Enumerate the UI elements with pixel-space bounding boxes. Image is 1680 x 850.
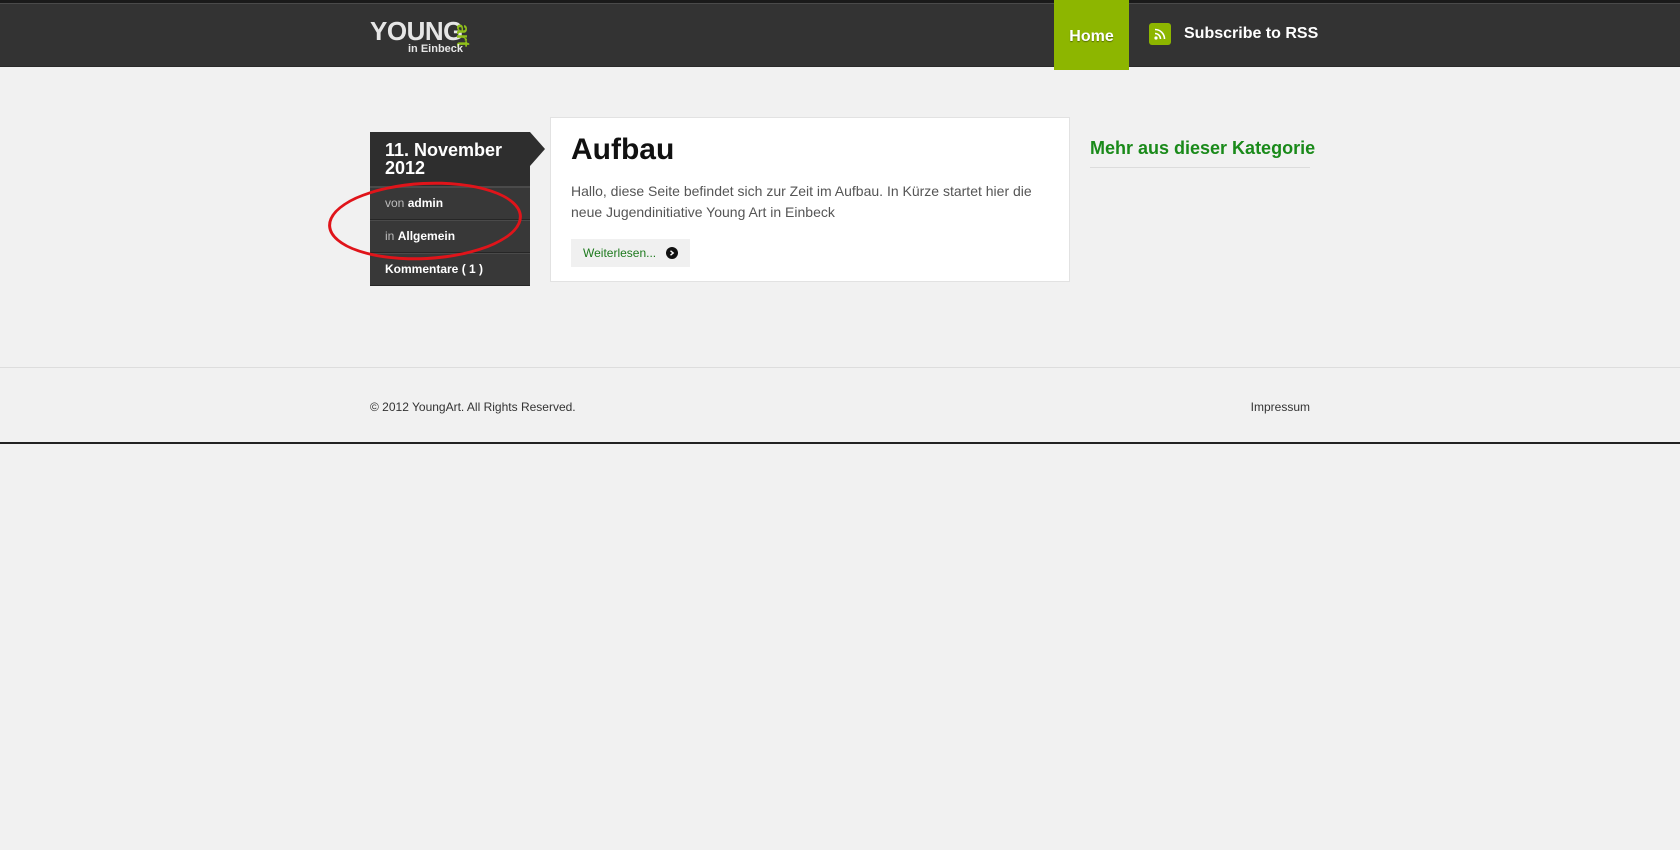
- site-logo[interactable]: YOUNG art in Einbeck: [370, 18, 480, 56]
- sidebar-title: Mehr aus dieser Kategorie: [1090, 138, 1315, 168]
- site-header: YOUNG art in Einbeck Home Subscribe to R…: [0, 0, 1680, 70]
- author-link[interactable]: admin: [408, 196, 443, 210]
- copyright-text: © 2012 YoungArt. All Rights Reserved.: [370, 400, 576, 414]
- subscribe-rss-link[interactable]: Subscribe to RSS: [1149, 22, 1318, 46]
- post-date: 11. November 2012: [370, 132, 545, 187]
- post-meta: 11. November 2012 von admin in Allgemein…: [370, 132, 545, 286]
- rss-icon: [1149, 23, 1171, 45]
- logo-main-text: YOUNG: [370, 16, 463, 46]
- comments-link[interactable]: Kommentare ( 1 ): [370, 253, 530, 286]
- read-more-label: Weiterlesen...: [583, 246, 657, 260]
- logo-sub-text: in Einbeck: [408, 43, 464, 55]
- sidebar: Mehr aus dieser Kategorie: [1090, 138, 1315, 168]
- nav-home-label: Home: [1069, 27, 1114, 45]
- category-prefix: in: [385, 229, 395, 243]
- post-card: Aufbau Hallo, diese Seite befindet sich …: [550, 117, 1070, 282]
- impressum-link[interactable]: Impressum: [1251, 400, 1310, 414]
- category-link[interactable]: Allgemein: [398, 229, 455, 243]
- post-title[interactable]: Aufbau: [571, 133, 1049, 167]
- rss-label: Subscribe to RSS: [1184, 25, 1319, 42]
- site-footer: © 2012 YoungArt. All Rights Reserved. Im…: [0, 367, 1680, 444]
- post-category-row: in Allgemein: [370, 220, 530, 253]
- post-excerpt: Hallo, diese Seite befindet sich zur Zei…: [571, 183, 1032, 220]
- nav-home-link[interactable]: Home: [1054, 0, 1129, 70]
- post-author-row: von admin: [370, 187, 530, 220]
- chevron-right-icon: [666, 247, 679, 259]
- author-prefix: von: [385, 196, 405, 210]
- read-more-button[interactable]: Weiterlesen...: [571, 239, 691, 267]
